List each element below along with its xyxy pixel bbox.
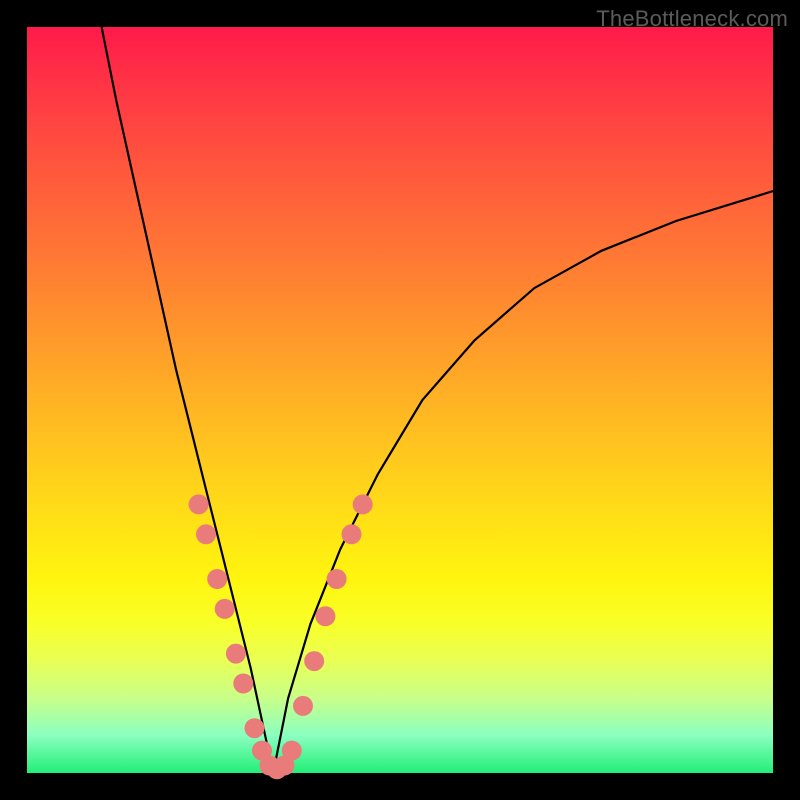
data-marker	[207, 569, 227, 589]
data-marker	[233, 674, 253, 694]
data-marker	[282, 741, 302, 761]
data-marker	[353, 494, 373, 514]
series-right-branch	[273, 191, 773, 773]
data-marker	[215, 599, 235, 619]
data-marker	[342, 524, 362, 544]
data-marker	[315, 606, 335, 626]
data-marker	[293, 696, 313, 716]
data-marker	[245, 718, 265, 738]
data-marker	[189, 494, 209, 514]
data-marker	[226, 644, 246, 664]
series-left-branch	[102, 27, 274, 773]
chart-svg	[0, 0, 800, 800]
data-marker	[327, 569, 347, 589]
chart-container: TheBottleneck.com	[0, 0, 800, 800]
curve-group	[102, 27, 773, 773]
data-marker	[196, 524, 216, 544]
data-marker	[304, 651, 324, 671]
watermark-text: TheBottleneck.com	[596, 6, 788, 32]
